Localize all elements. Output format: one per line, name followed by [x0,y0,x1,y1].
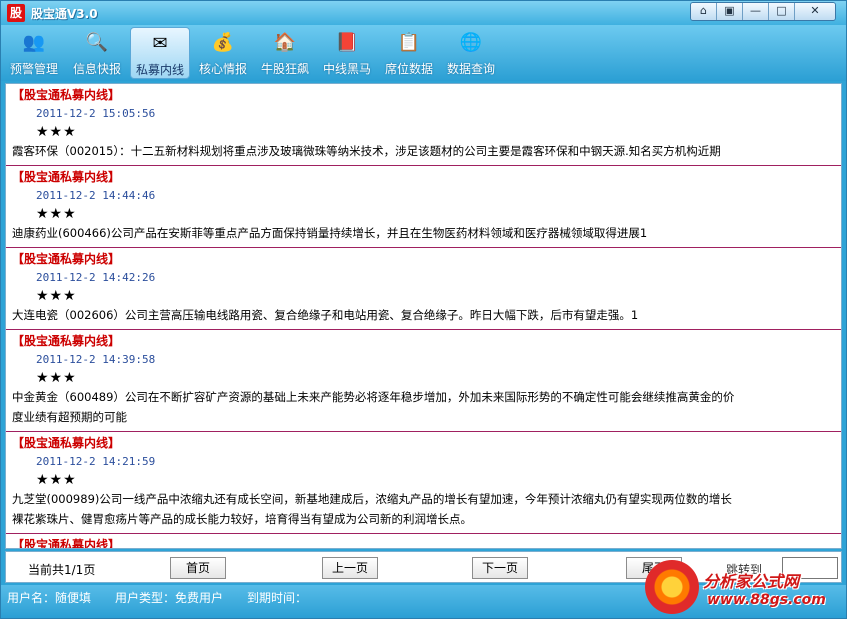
globe-icon: 🌐 [459,32,483,53]
users-icon: 👥 [22,32,46,53]
next-page-button[interactable]: 下一页 [472,557,528,579]
item-source: 【股宝通私募内线】 [12,538,121,548]
tool-label: 预警管理 [9,62,58,76]
tool-private-inside[interactable]: ✉ 私募内线 [130,27,190,79]
news-list-panel[interactable]: 【股宝通私募内线】 2011-12-2 15:05:56 ★★★ 霞客环保（00… [5,83,842,549]
book-icon: 📕 [335,32,359,53]
tool-alert-manage[interactable]: 👥 预警管理 [5,27,63,79]
tool-label: 数据查询 [446,62,495,76]
tool-mid-darkhorse[interactable]: 📕 中线黑马 [317,27,377,79]
item-source: 【股宝通私募内线】 [12,88,121,102]
status-expire: 到期时间： [247,591,308,605]
tool-label: 核心情报 [198,62,247,76]
app-title: 股宝通V3.0 [31,7,98,21]
minimize-button[interactable]: — [743,3,769,20]
tool-label: 中线黑马 [322,62,371,76]
tool-label: 牛股狂飙 [260,62,309,76]
watermark-title: 分析家公式网 [703,572,800,591]
item-time: 2011-12-2 14:44:46 [36,189,156,202]
item-text: 霞客环保（002015）：十二五新材料规划将重点涉及玻璃微珠等纳米技术，涉足该题… [12,144,721,158]
tool-bull-surge[interactable]: 🏠 牛股狂飙 [255,27,315,79]
house-icon: 🏠 [273,32,297,53]
item-rating: ★★★ [36,472,77,488]
tool-core-intel[interactable]: 💰 核心情报 [193,27,253,79]
item-source: 【股宝通私募内线】 [12,436,121,450]
item-text: 迪康药业(600466)公司产品在安斯菲等重点产品方面保持销量持续增长，并且在生… [12,226,648,240]
envelope-icon: ✉ [152,33,168,54]
magnifier-icon: 🔍 [85,32,109,53]
tool-data-query[interactable]: 🌐 数据查询 [441,27,501,79]
item-text: 九芝堂(000989)公司一线产品中浓缩丸还有成长空间，新基地建成后，浓缩丸产品… [12,492,732,506]
item-source: 【股宝通私募内线】 [12,334,121,348]
item-time: 2011-12-2 14:21:59 [36,455,156,468]
item-text-continued: 裸花紫珠片、健胃愈疡片等产品的成长能力较好，培育得当有望成为公司新的利润增长点。 [12,512,472,526]
list-item[interactable]: 【股宝通私募内线】 [6,534,841,548]
tool-label: 私募内线 [135,63,184,77]
skin-button[interactable]: ⌂ [691,3,717,20]
tool-label: 信息快报 [72,62,121,76]
status-user-type: 用户类型：免费用户 [115,591,224,605]
title-bar[interactable]: 股 股宝通V3.0 ⌂ ▣ — □ ✕ [1,1,846,25]
main-window: 股 股宝通V3.0 ⌂ ▣ — □ ✕ 👥 预警管理 🔍 信息快报 ✉ 私募内线… [0,0,847,619]
item-rating: ★★★ [36,206,77,222]
main-toolbar: 👥 预警管理 🔍 信息快报 ✉ 私募内线 💰 核心情报 🏠 牛股狂飙 📕 中线黑… [1,25,846,81]
item-time: 2011-12-2 14:42:26 [36,271,156,284]
clipboard-icon: 📋 [397,32,421,53]
status-username: 用户名：随便填 [7,591,92,605]
item-text: 大连电瓷（002606）公司主营高压输电线路用瓷、复合绝缘子和电站用瓷、复合绝缘… [12,308,639,322]
watermark-url: www.88gs.com [707,592,826,608]
app-logo-icon: 股 [7,4,25,22]
watermark: 分析家公式网 www.88gs.com [645,558,845,618]
prev-page-button[interactable]: 上一页 [322,557,378,579]
tool-seat-data[interactable]: 📋 席位数据 [379,27,439,79]
item-text: 中金黄金（600489）公司在不断扩容矿产资源的基础上未来产能势必将逐年稳步增加… [12,390,735,404]
settings-button[interactable]: ▣ [717,3,743,20]
maximize-button[interactable]: □ [769,3,795,20]
item-time: 2011-12-2 15:05:56 [36,107,156,120]
list-item[interactable]: 【股宝通私募内线】 2011-12-2 14:44:46 ★★★ 迪康药业(60… [6,166,841,248]
item-rating: ★★★ [36,288,77,304]
flower-logo-icon [645,560,699,614]
tool-info-express[interactable]: 🔍 信息快报 [67,27,127,79]
item-time: 2011-12-2 14:39:58 [36,353,156,366]
item-text-continued: 度业绩有超预期的可能 [12,410,127,424]
coins-icon: 💰 [211,32,235,53]
list-item[interactable]: 【股宝通私募内线】 2011-12-2 14:42:26 ★★★ 大连电瓷（00… [6,248,841,330]
first-page-button[interactable]: 首页 [170,557,226,579]
page-status: 当前共1/1页 [28,563,96,577]
list-item[interactable]: 【股宝通私募内线】 2011-12-2 15:05:56 ★★★ 霞客环保（00… [6,84,841,166]
window-controls: ⌂ ▣ — □ ✕ [690,2,836,21]
tool-label: 席位数据 [384,62,433,76]
item-source: 【股宝通私募内线】 [12,170,121,184]
close-button[interactable]: ✕ [795,3,835,20]
item-rating: ★★★ [36,370,77,386]
list-item[interactable]: 【股宝通私募内线】 2011-12-2 14:21:59 ★★★ 九芝堂(000… [6,432,841,534]
news-list: 【股宝通私募内线】 2011-12-2 15:05:56 ★★★ 霞客环保（00… [6,84,841,548]
item-rating: ★★★ [36,124,77,140]
list-item[interactable]: 【股宝通私募内线】 2011-12-2 14:39:58 ★★★ 中金黄金（60… [6,330,841,432]
item-source: 【股宝通私募内线】 [12,252,121,266]
